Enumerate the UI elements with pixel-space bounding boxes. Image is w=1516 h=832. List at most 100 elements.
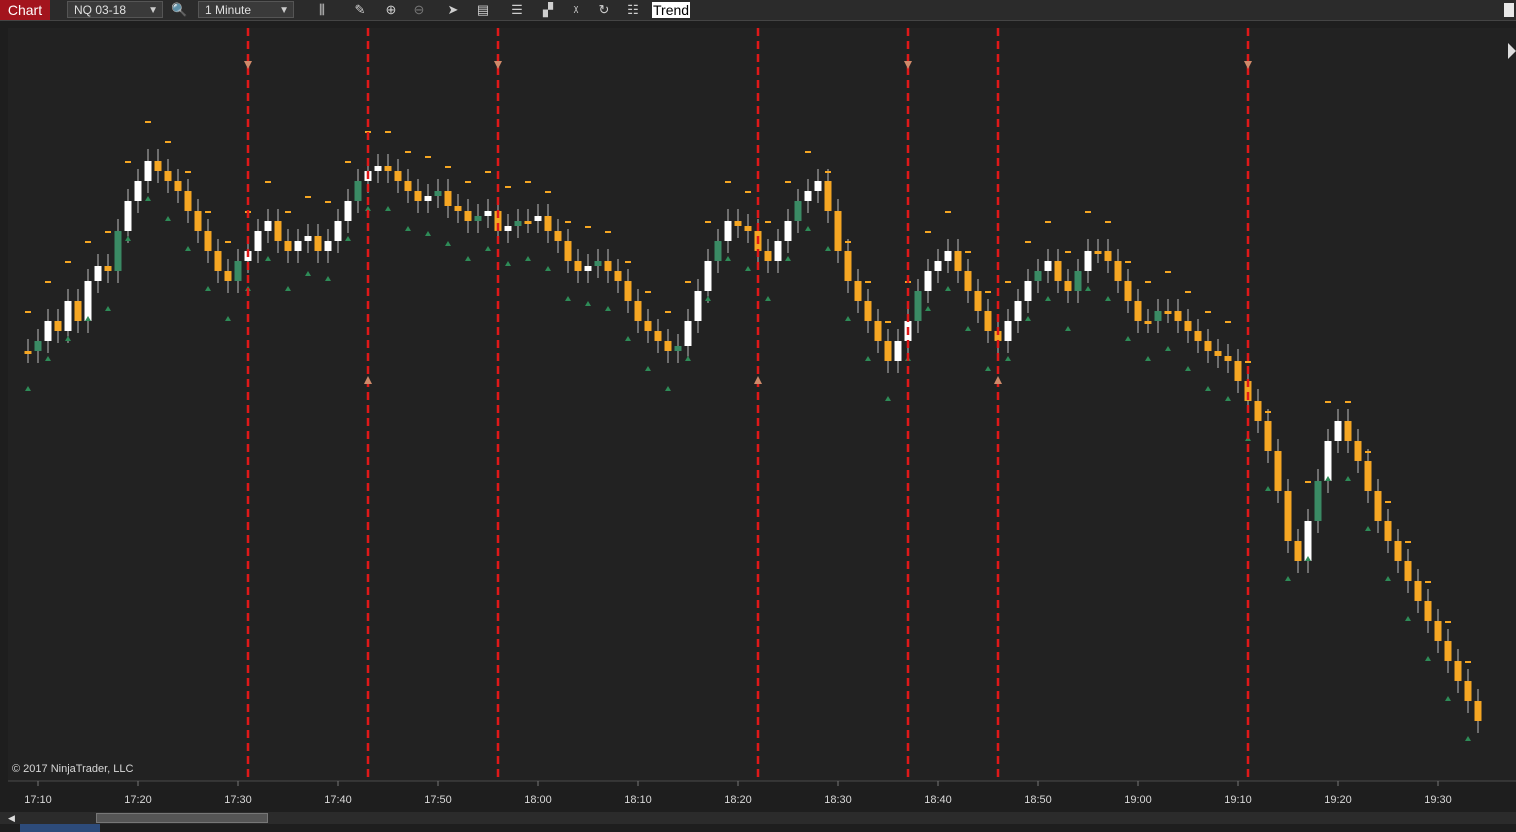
resistance-dash	[505, 186, 511, 188]
candle-body	[1014, 301, 1022, 321]
candle-body	[824, 181, 832, 211]
x-tick-label: 17:30	[224, 794, 252, 806]
interval-value: 1 Minute	[205, 3, 252, 17]
x-tick-label: 17:40	[324, 794, 352, 806]
candle-body	[614, 271, 622, 281]
instrument-tab[interactable]	[20, 824, 100, 832]
x-tick-label: 18:10	[624, 794, 652, 806]
pencil-icon[interactable]: ✎	[352, 2, 368, 18]
zoom-out-icon[interactable]: ⊖	[411, 2, 427, 18]
candle-body	[854, 281, 862, 301]
resistance-dash	[205, 211, 211, 213]
candle-body	[1374, 491, 1382, 521]
properties-icon[interactable]: ☷	[625, 2, 641, 18]
candle-body	[224, 271, 232, 281]
candle-body	[1174, 311, 1182, 321]
candle-body	[514, 221, 522, 226]
resistance-dash	[1145, 281, 1151, 283]
resistance-dash	[1265, 411, 1271, 413]
price-chart[interactable]: 17:10 17:20 17:30 17:40 17:50 18:00 18:10 18:20…	[0, 21, 1516, 832]
candle-body	[124, 201, 132, 231]
candle-body	[1084, 251, 1092, 271]
candle-body	[934, 261, 942, 271]
x-tick-label: 18:20	[724, 794, 752, 806]
instrument-selector[interactable]: NQ 03-18 ▼	[67, 1, 163, 18]
candle-body	[114, 231, 122, 271]
resistance-dash	[425, 156, 431, 158]
candle-body	[1194, 331, 1202, 341]
resistance-dash	[265, 181, 271, 183]
interval-selector[interactable]: 1 Minute ▼	[198, 1, 294, 18]
search-icon[interactable]: 🔍	[171, 2, 187, 18]
resistance-dash	[605, 231, 611, 233]
candle-body	[1004, 321, 1012, 341]
resistance-dash	[685, 281, 691, 283]
scroll-left-icon[interactable]: ◀	[8, 812, 18, 824]
resistance-dash	[665, 311, 671, 313]
x-tick-label: 17:10	[24, 794, 52, 806]
resistance-dash	[285, 211, 291, 213]
candle-body	[394, 171, 402, 181]
resistance-dash	[805, 151, 811, 153]
resistance-dash	[1045, 221, 1051, 223]
candle-body	[714, 241, 722, 261]
indicators-icon[interactable]: ᵡ	[568, 2, 584, 18]
panel-toggle-button[interactable]	[1504, 3, 1514, 17]
candle-body	[1414, 581, 1422, 601]
candle-body	[1384, 521, 1392, 541]
candle-body	[254, 231, 262, 251]
resistance-dash	[745, 191, 751, 193]
resistance-dash	[1185, 291, 1191, 293]
bar-type-icon[interactable]: ⫼	[314, 2, 330, 18]
resistance-dash	[645, 291, 651, 293]
chevron-down-icon: ▼	[279, 5, 289, 16]
candle-body	[924, 271, 932, 291]
resistance-dash	[1205, 311, 1211, 313]
candle-body	[274, 221, 282, 241]
chart-tab[interactable]: Chart	[0, 0, 50, 20]
candle-body	[1274, 451, 1282, 491]
candle-body	[954, 251, 962, 271]
candle-body	[984, 311, 992, 331]
candle-body	[1124, 281, 1132, 301]
data-box-icon[interactable]: ▤	[475, 2, 491, 18]
candle-body	[974, 291, 982, 311]
resistance-dash	[825, 171, 831, 173]
candle-body	[1264, 421, 1272, 451]
candle-body	[664, 341, 672, 351]
candle-body	[1154, 311, 1162, 321]
zoom-in-icon[interactable]: ⊕	[383, 2, 399, 18]
scrollbar-thumb[interactable]	[96, 813, 268, 823]
resistance-dash	[565, 221, 571, 223]
refresh-icon[interactable]: ↻	[596, 2, 612, 18]
resistance-dash	[465, 181, 471, 183]
candle-body	[34, 341, 42, 351]
candle-body	[284, 241, 292, 251]
candle-body	[414, 191, 422, 201]
candle-body	[774, 241, 782, 261]
candle-body	[64, 301, 72, 331]
pointer-icon[interactable]: ➤	[445, 2, 461, 18]
resistance-dash	[105, 231, 111, 233]
candle-body	[1284, 491, 1292, 541]
candle-body	[1184, 321, 1192, 331]
chevron-down-icon: ▼	[148, 5, 158, 16]
candle-body	[1164, 311, 1172, 314]
candle-body	[1044, 261, 1052, 271]
candle-body	[334, 221, 342, 241]
candle-body	[484, 211, 492, 216]
candle-body	[1454, 661, 1462, 681]
strategies-icon[interactable]: ▞	[540, 2, 556, 18]
candle-body	[1224, 356, 1232, 361]
candle-body	[214, 251, 222, 271]
resistance-dash	[1465, 661, 1471, 663]
candle-body	[544, 216, 552, 231]
candle-body	[504, 226, 512, 231]
candle-body	[1394, 541, 1402, 561]
chart-trader-icon[interactable]: ☰	[509, 2, 525, 18]
candle-body	[874, 321, 882, 341]
resistance-dash	[445, 166, 451, 168]
candle-body	[1294, 541, 1302, 561]
x-tick-label: 18:50	[1024, 794, 1052, 806]
resistance-dash	[1385, 501, 1391, 503]
